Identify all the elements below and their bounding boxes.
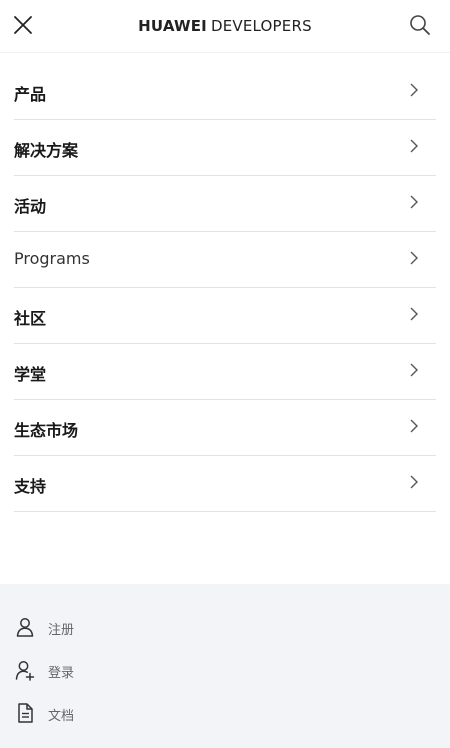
chevron-right-icon — [410, 475, 418, 489]
mobile-menu-page: HUAWEIDEVELOPERS 产品 解决方案 活动 Programs 社区 — [0, 0, 450, 748]
menu-item-label: 产品 — [14, 85, 47, 104]
menu-item-events[interactable]: 活动 — [14, 176, 436, 232]
menu-item-support[interactable]: 支持 — [14, 456, 436, 512]
chevron-right-icon — [410, 251, 418, 265]
chevron-right-icon — [410, 419, 418, 433]
register-link[interactable]: 注册 — [14, 614, 214, 640]
docs-link[interactable]: 文档 — [14, 700, 214, 726]
menu-item-label: 解决方案 — [14, 141, 79, 160]
search-button[interactable] — [408, 13, 432, 37]
user-icon — [16, 618, 34, 637]
menu-item-label: 支持 — [14, 477, 47, 496]
docs-label: 文档 — [48, 709, 75, 724]
document-icon — [18, 703, 33, 723]
chevron-right-icon — [410, 195, 418, 209]
login-link[interactable]: 登录 — [14, 657, 214, 683]
chevron-right-icon — [410, 363, 418, 377]
logo-brand-text: HUAWEI — [138, 17, 207, 35]
menu-item-label: 社区 — [14, 309, 47, 328]
menu-item-label: 活动 — [14, 197, 47, 216]
menu-item-products[interactable]: 产品 — [14, 64, 436, 120]
logo-suffix-text: DEVELOPERS — [210, 17, 312, 35]
chevron-right-icon — [410, 83, 418, 97]
user-add-icon — [15, 661, 35, 681]
menu-item-programs[interactable]: Programs — [14, 232, 436, 288]
search-icon — [410, 15, 430, 35]
chevron-right-icon — [410, 139, 418, 153]
huawei-developers-logo[interactable]: HUAWEI DEVELOPERS — [0, 17, 450, 35]
register-label: 注册 — [48, 623, 75, 638]
menu-item-solutions[interactable]: 解决方案 — [14, 120, 436, 176]
chevron-right-icon — [410, 307, 418, 321]
menu-item-label: 生态市场 — [14, 421, 79, 440]
menu-item-community[interactable]: 社区 — [14, 288, 436, 344]
menu-item-marketplace[interactable]: 生态市场 — [14, 400, 436, 456]
menu-item-academy[interactable]: 学堂 — [14, 344, 436, 400]
header-bar: HUAWEI DEVELOPERS — [0, 0, 450, 53]
menu-item-label: 学堂 — [14, 365, 47, 384]
menu-item-label: Programs — [14, 249, 90, 268]
main-menu: 产品 解决方案 活动 Programs 社区 学堂 生态市场 支持 — [14, 64, 436, 512]
login-label: 登录 — [48, 666, 75, 681]
account-links-panel: 注册 登录 文档 — [0, 584, 450, 748]
